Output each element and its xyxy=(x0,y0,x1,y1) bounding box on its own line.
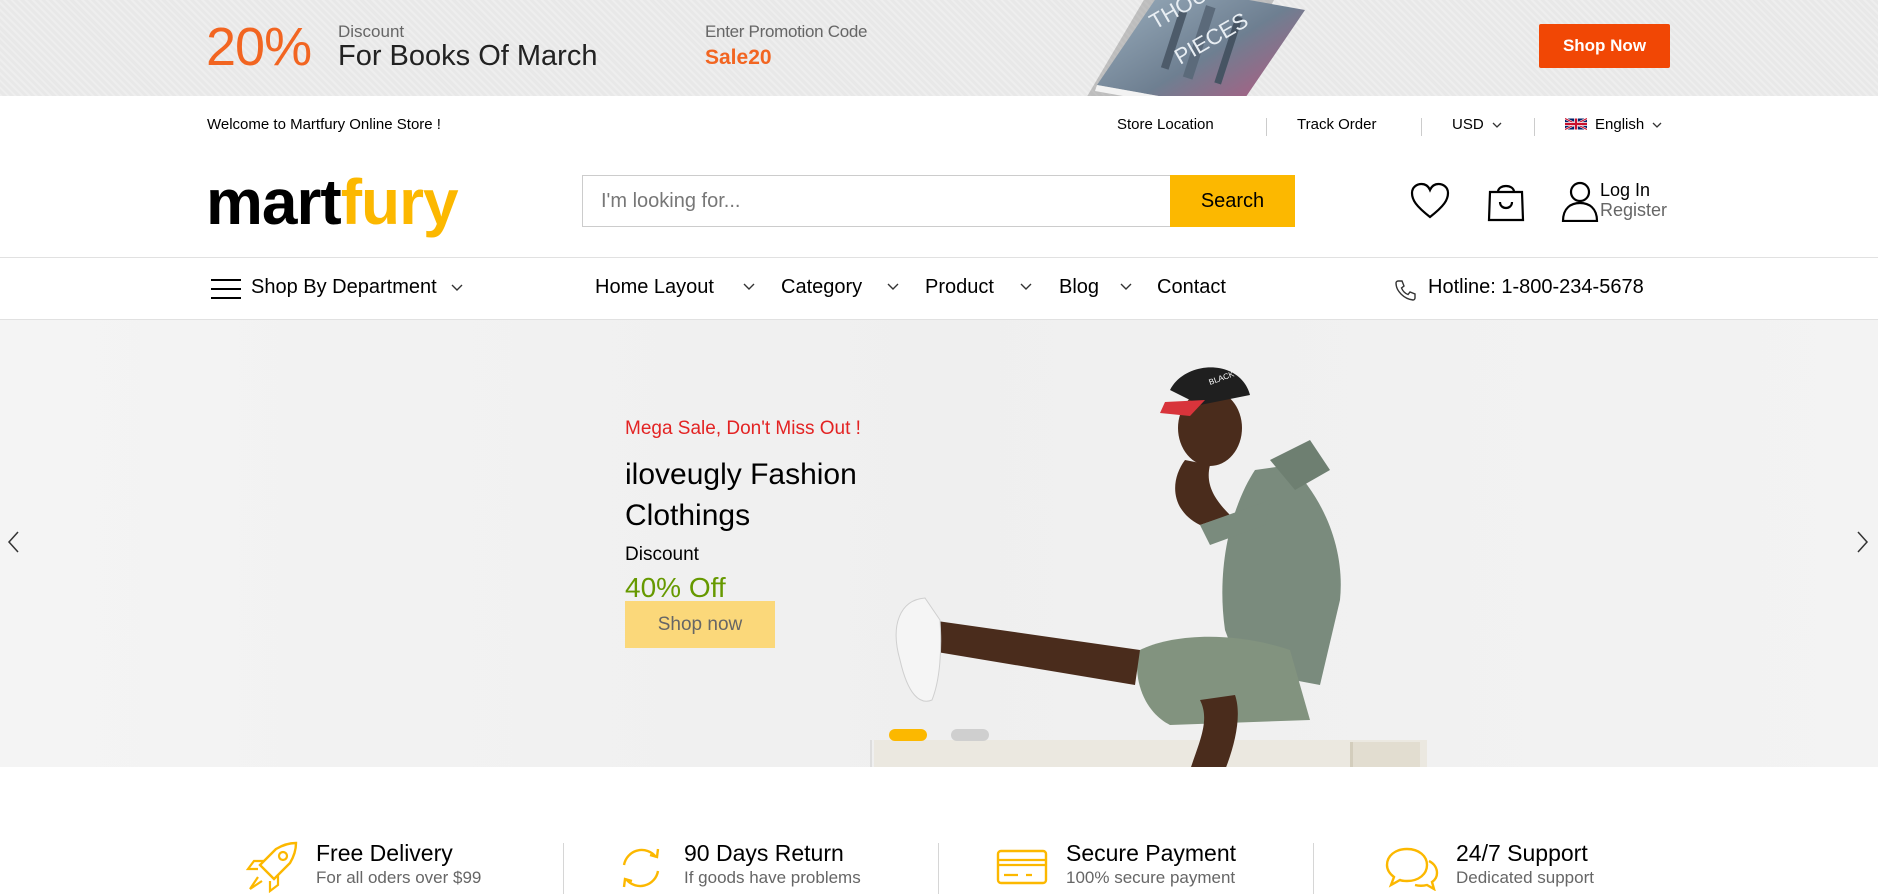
main-nav: Shop By Department Home Layout Category … xyxy=(0,258,1878,320)
promo-discount-label: Discount xyxy=(338,22,405,41)
heart-icon[interactable] xyxy=(1410,182,1450,220)
chevron-down-icon xyxy=(451,284,463,291)
currency-selector[interactable]: USD xyxy=(1452,116,1502,133)
refresh-icon xyxy=(622,848,660,888)
search-input[interactable] xyxy=(582,175,1171,227)
phone-icon xyxy=(1395,280,1416,301)
language-selector[interactable]: English xyxy=(1565,116,1662,133)
feature-title: 90 Days Return xyxy=(684,840,844,866)
hero-tag: Mega Sale, Don't Miss Out ! xyxy=(625,418,861,439)
hero-discount-label: Discount xyxy=(625,544,699,565)
uk-flag-icon xyxy=(1565,117,1587,131)
feature-subtitle: If goods have problems xyxy=(684,868,861,887)
nav-item-category[interactable]: Category xyxy=(781,276,862,299)
chevron-down-icon xyxy=(1020,283,1032,290)
welcome-text: Welcome to Martfury Online Store ! xyxy=(207,116,441,133)
promo-discount-text: For Books Of March xyxy=(338,40,598,72)
slider-dot-active[interactable] xyxy=(889,729,927,741)
hero-discount-value: 40% Off xyxy=(625,572,726,603)
slider-prev-arrow-icon[interactable] xyxy=(6,530,20,554)
feature-subtitle: Dedicated support xyxy=(1456,868,1594,887)
book-image: THOUSA PIECES xyxy=(1087,0,1305,96)
chevron-down-icon xyxy=(743,283,755,290)
chevron-down-icon xyxy=(1652,122,1662,128)
site-header: martfury Search Log In Register xyxy=(0,156,1878,258)
chevron-down-icon xyxy=(887,283,899,290)
rocket-icon xyxy=(246,841,298,893)
chevron-down-icon xyxy=(1120,283,1132,290)
promo-code-label: Enter Promotion Code xyxy=(705,22,868,41)
feature-subtitle: 100% secure payment xyxy=(1066,868,1236,887)
feature-title: Free Delivery xyxy=(316,840,453,866)
feature-title: Secure Payment xyxy=(1066,840,1237,866)
hero-slider: Mega Sale, Don't Miss Out ! iloveugly Fa… xyxy=(0,320,1878,767)
shop-by-department[interactable]: Shop By Department xyxy=(251,276,464,299)
user-icon[interactable] xyxy=(1561,180,1599,222)
department-label: Shop By Department xyxy=(251,276,437,298)
divider xyxy=(938,843,939,894)
promo-percent: 20% xyxy=(206,17,312,77)
hero-shop-now-button[interactable]: Shop now xyxy=(625,601,775,648)
hotline-text: Hotline: 1-800-234-5678 xyxy=(1428,276,1644,298)
nav-item-contact[interactable]: Contact xyxy=(1157,276,1226,299)
store-location-link[interactable]: Store Location xyxy=(1117,116,1214,133)
slider-next-arrow-icon[interactable] xyxy=(1856,530,1870,554)
features-bar: Free Delivery For all oders over $99 90 … xyxy=(0,767,1878,894)
login-link[interactable]: Log In xyxy=(1600,180,1650,200)
chevron-down-icon xyxy=(1492,122,1502,128)
nav-item-product[interactable]: Product xyxy=(925,276,994,299)
nav-item-blog[interactable]: Blog xyxy=(1059,276,1099,299)
credit-card-icon xyxy=(996,849,1048,885)
menu-icon[interactable] xyxy=(211,278,241,300)
promo-banner: 20% Discount For Books Of March Enter Pr… xyxy=(0,0,1878,96)
shopping-bag-icon[interactable] xyxy=(1486,180,1526,222)
feature-title: 24/7 Support xyxy=(1456,840,1588,866)
divider xyxy=(1534,118,1535,136)
divider xyxy=(1266,118,1267,136)
language-label: English xyxy=(1595,116,1645,133)
hero-model-image: BLACK xyxy=(870,367,1427,767)
search-button[interactable]: Search xyxy=(1170,175,1295,227)
feature-subtitle: For all oders over $99 xyxy=(316,868,482,887)
divider xyxy=(563,843,564,894)
slider-dot[interactable] xyxy=(951,729,989,741)
top-bar: Welcome to Martfury Online Store ! Store… xyxy=(0,96,1878,156)
divider xyxy=(1313,843,1314,894)
track-order-link[interactable]: Track Order xyxy=(1297,116,1376,133)
logo-text-primary: mart xyxy=(206,166,342,238)
nav-item-home-layout[interactable]: Home Layout xyxy=(595,276,714,299)
currency-label: USD xyxy=(1452,116,1484,133)
register-link[interactable]: Register xyxy=(1600,200,1667,220)
site-logo[interactable]: martfury xyxy=(206,164,459,240)
logo-text-accent: fury xyxy=(340,166,459,238)
promo-shop-now-button[interactable]: Shop Now xyxy=(1539,24,1670,68)
divider xyxy=(1421,118,1422,136)
chat-icon xyxy=(1385,847,1439,891)
promo-code-value: Sale20 xyxy=(705,46,772,69)
